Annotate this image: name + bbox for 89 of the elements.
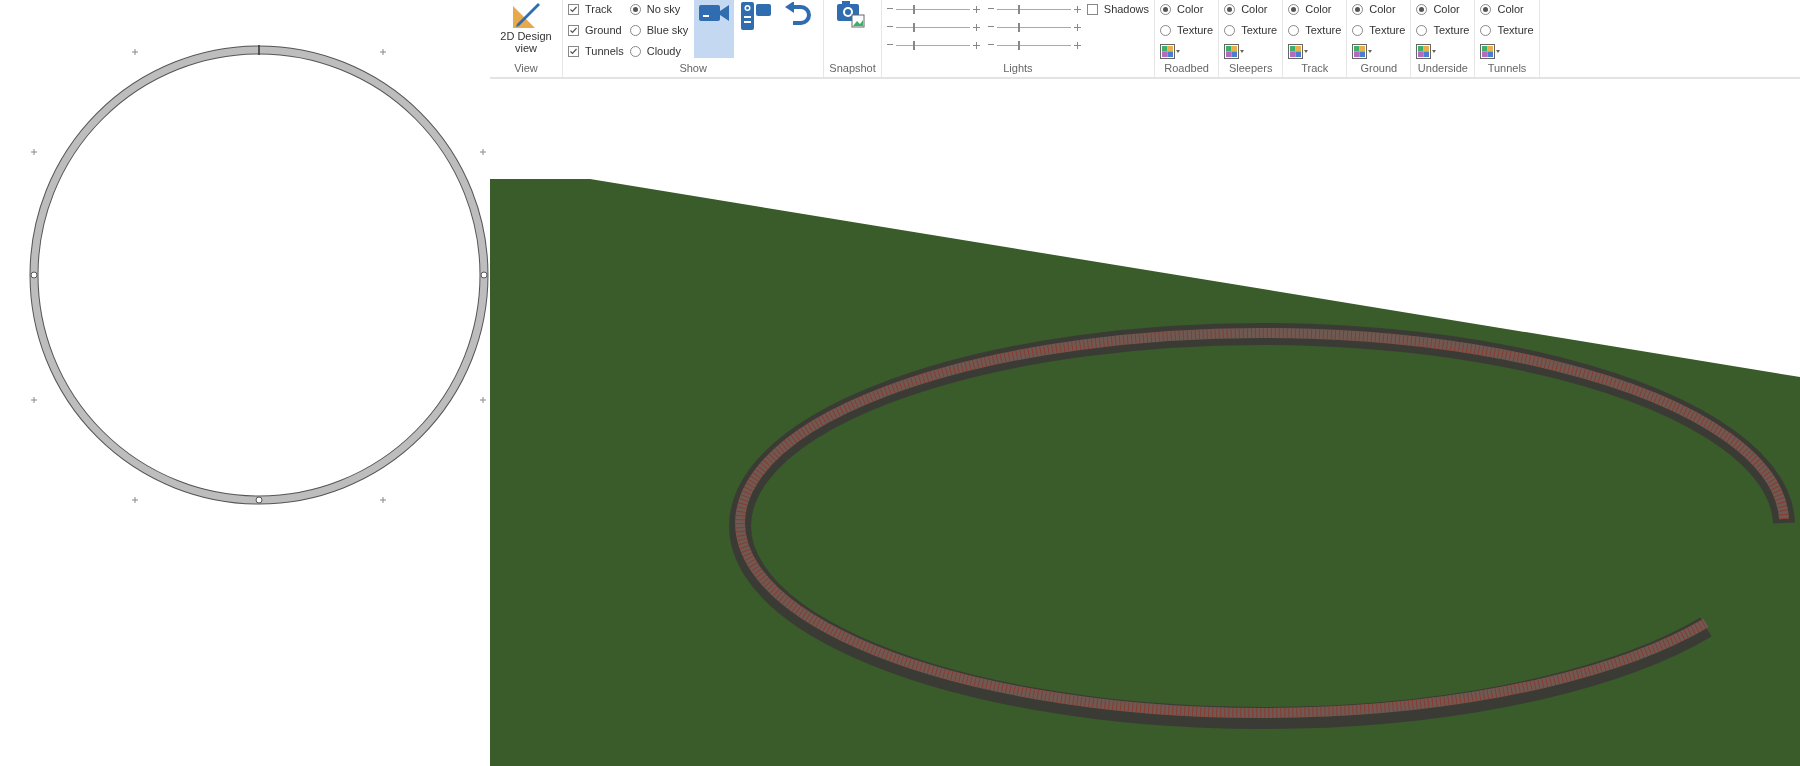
radio-label: No sky bbox=[646, 3, 681, 15]
radio-label: Texture bbox=[1305, 24, 1342, 36]
plus-icon[interactable] bbox=[1073, 41, 1081, 49]
radio-label: Texture bbox=[1433, 24, 1470, 36]
slider-thumb[interactable] bbox=[913, 22, 916, 32]
radio-button[interactable] bbox=[1160, 3, 1172, 15]
group-label: Ground bbox=[1359, 61, 1399, 76]
radio-label: Color bbox=[1305, 3, 1332, 15]
grid-mark bbox=[479, 148, 487, 156]
undo-icon bbox=[785, 2, 812, 26]
radio-button[interactable] bbox=[1224, 24, 1236, 36]
radio-button[interactable] bbox=[1160, 24, 1172, 36]
grid-mark bbox=[30, 396, 38, 404]
radio-label: Texture bbox=[1177, 24, 1214, 36]
caret-icon bbox=[1304, 49, 1309, 53]
palette-icon bbox=[1160, 43, 1176, 59]
checkbox[interactable] bbox=[568, 45, 579, 57]
palette-icon bbox=[1416, 43, 1432, 59]
group-label: Roadbed bbox=[1163, 61, 1210, 76]
group-label: Snapshot bbox=[829, 61, 876, 76]
checkbox[interactable] bbox=[568, 24, 579, 36]
radio-button[interactable] bbox=[629, 45, 641, 57]
group-label: Underside bbox=[1416, 61, 1469, 76]
radio-button[interactable] bbox=[1288, 3, 1300, 15]
palette-icon bbox=[1480, 43, 1496, 59]
plus-icon[interactable] bbox=[1073, 5, 1081, 13]
radio-button[interactable] bbox=[1352, 24, 1364, 36]
radio-label: Color bbox=[1433, 3, 1460, 15]
radio-label: Color bbox=[1497, 3, 1524, 15]
plus-icon[interactable] bbox=[1073, 23, 1081, 31]
checkbox[interactable] bbox=[1086, 3, 1098, 15]
grid-mark bbox=[479, 396, 487, 404]
radio-button[interactable] bbox=[629, 3, 641, 15]
radio-label: Texture bbox=[1497, 24, 1534, 36]
radio-label: Color bbox=[1177, 3, 1204, 15]
radio-button[interactable] bbox=[1352, 3, 1364, 15]
group-label: View bbox=[513, 61, 539, 76]
group-label: Tunnels bbox=[1486, 61, 1528, 76]
palette-icon bbox=[1224, 43, 1240, 59]
radio-label: Texture bbox=[1241, 24, 1278, 36]
caret-icon bbox=[1496, 49, 1501, 53]
group-label: Lights bbox=[1002, 61, 1034, 76]
plus-icon[interactable] bbox=[972, 41, 980, 49]
minus-icon[interactable] bbox=[886, 44, 893, 46]
palette-icon bbox=[1288, 43, 1304, 59]
radio-label: Cloudy bbox=[646, 45, 681, 57]
tool-button[interactable] bbox=[694, 0, 735, 58]
radio-button[interactable] bbox=[1480, 24, 1492, 36]
ruler-pencil-icon bbox=[511, 0, 541, 30]
minus-icon[interactable] bbox=[987, 8, 994, 10]
checkbox-label: Shadows bbox=[1103, 3, 1150, 15]
radio-button[interactable] bbox=[1416, 3, 1428, 15]
radio-button[interactable] bbox=[629, 24, 641, 36]
plus-icon[interactable] bbox=[972, 5, 980, 13]
group-label: Show bbox=[678, 61, 708, 76]
grid-mark bbox=[379, 48, 387, 56]
caret-icon bbox=[1176, 49, 1181, 53]
caret-icon bbox=[1432, 49, 1437, 53]
radio-button[interactable] bbox=[1224, 3, 1236, 15]
minus-icon[interactable] bbox=[987, 26, 994, 28]
group-label: Track bbox=[1300, 61, 1330, 76]
grid-mark bbox=[30, 148, 38, 156]
minus-icon[interactable] bbox=[886, 26, 893, 28]
radio-label: Blue sky bbox=[646, 24, 689, 36]
grid-mark bbox=[379, 496, 387, 504]
radio-button[interactable] bbox=[1288, 24, 1300, 36]
radio-button[interactable] bbox=[1416, 24, 1428, 36]
radio-label: Color bbox=[1369, 3, 1396, 15]
radio-label: Color bbox=[1241, 3, 1268, 15]
palette-icon bbox=[1352, 43, 1368, 59]
grid-mark bbox=[131, 496, 139, 504]
radio-label: Texture bbox=[1369, 24, 1406, 36]
grid-mark bbox=[131, 48, 139, 56]
checkbox-label: Track bbox=[585, 3, 613, 15]
checkbox-label: Tunnels bbox=[585, 45, 624, 57]
design-view-button[interactable]: 2D Design view bbox=[495, 0, 557, 61]
video-camera-icon bbox=[699, 2, 730, 24]
plus-icon[interactable] bbox=[972, 23, 980, 31]
caret-icon bbox=[1368, 49, 1373, 53]
checkbox-label: Ground bbox=[585, 24, 622, 36]
caret-icon bbox=[1240, 49, 1245, 53]
minus-icon[interactable] bbox=[886, 8, 893, 10]
track-circle-drawing[interactable] bbox=[29, 44, 489, 505]
slider-thumb[interactable] bbox=[913, 40, 916, 50]
radio-button[interactable] bbox=[1480, 3, 1492, 15]
minus-icon[interactable] bbox=[987, 44, 994, 46]
group-label: Sleepers bbox=[1227, 61, 1274, 76]
checkbox[interactable] bbox=[568, 3, 579, 15]
slider-thumb[interactable] bbox=[913, 4, 916, 14]
